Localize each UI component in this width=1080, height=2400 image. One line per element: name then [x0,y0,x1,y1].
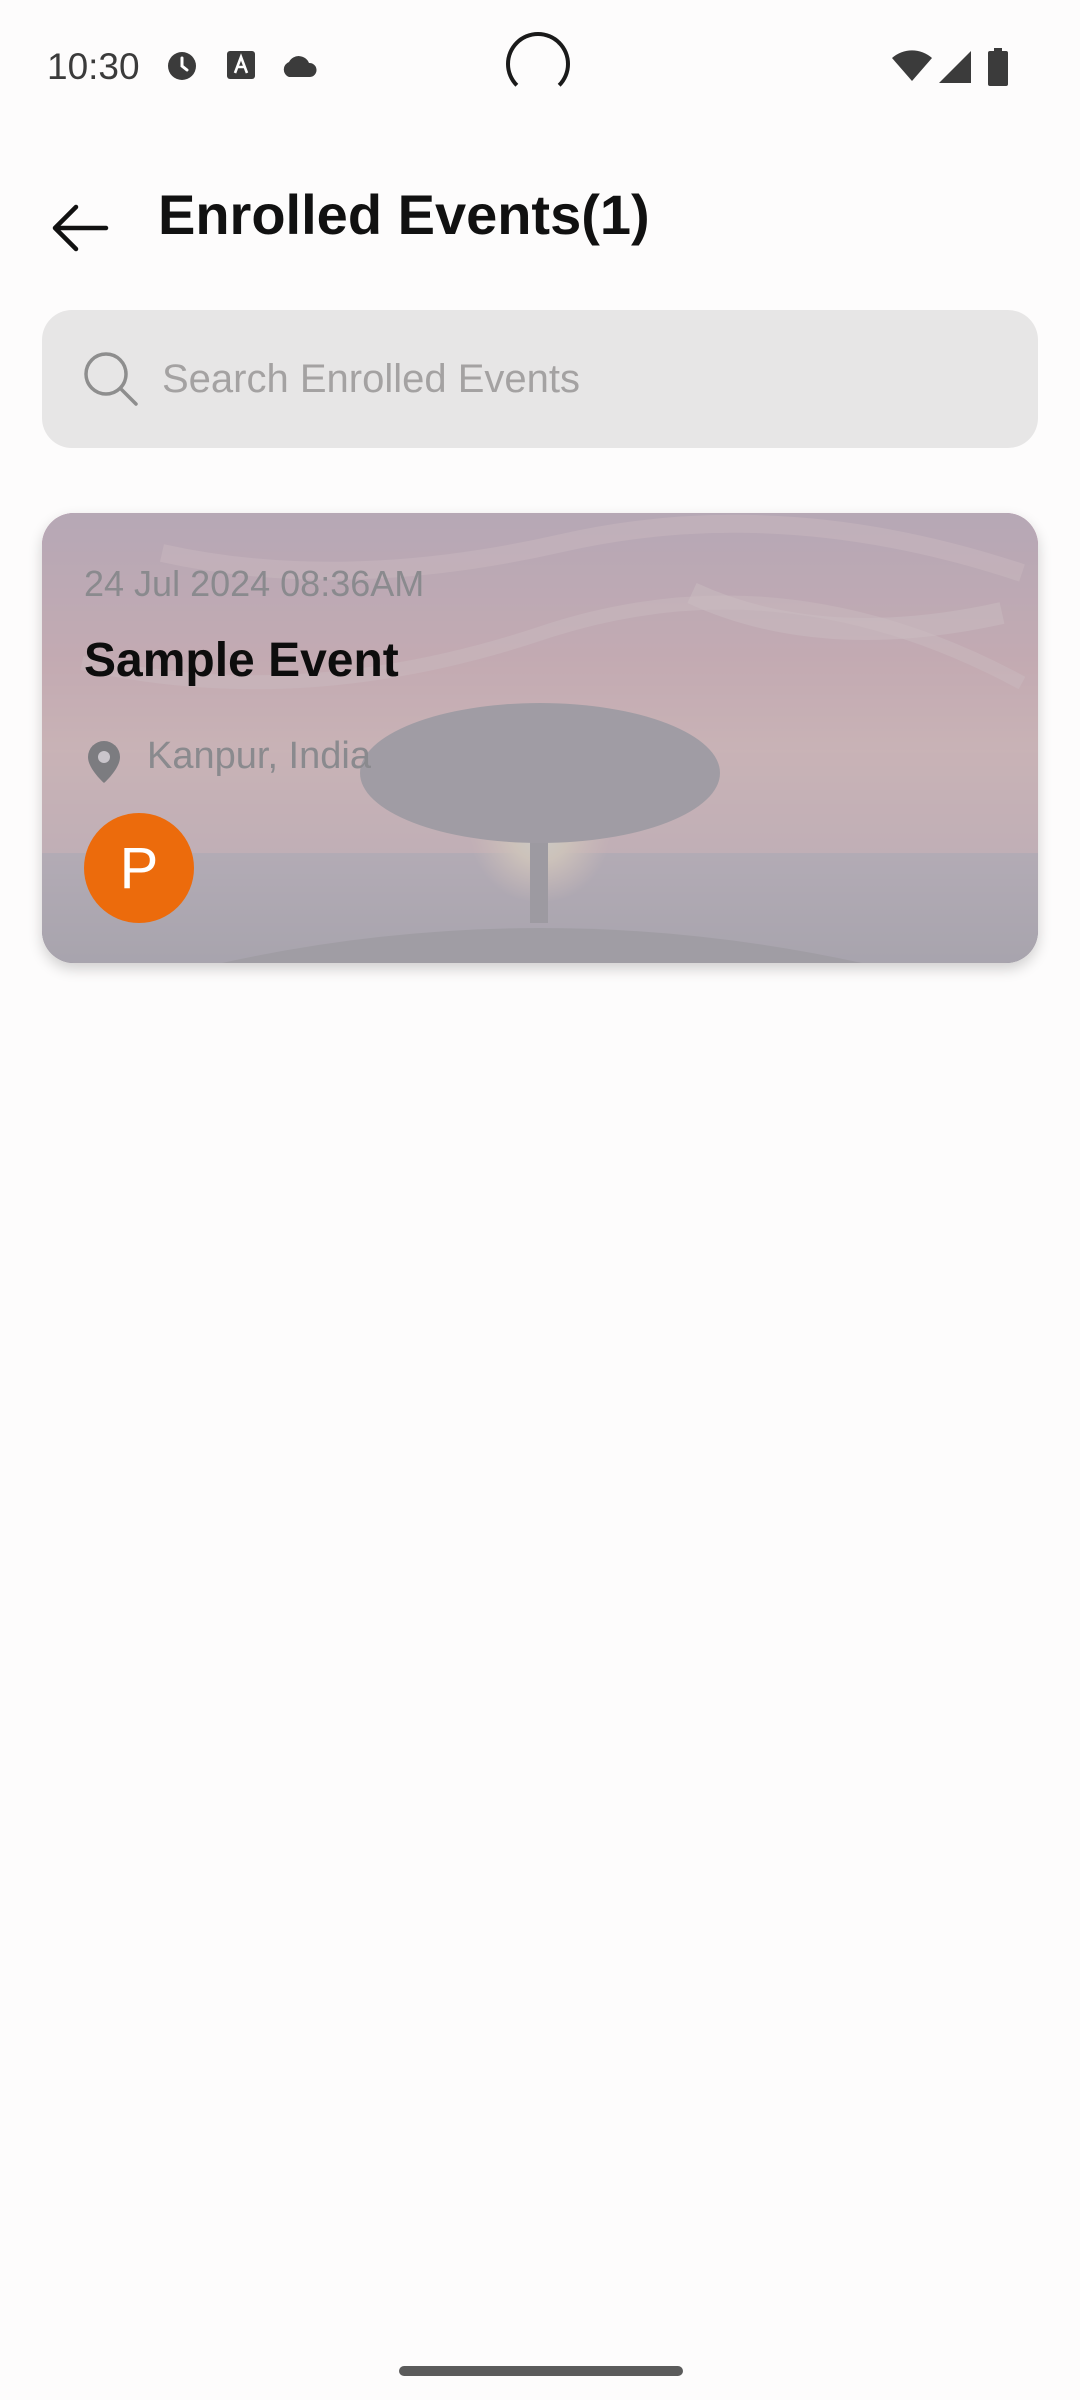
search-input[interactable] [162,310,1002,448]
location-pin-icon [86,739,122,785]
avatar-initial: P [119,835,159,901]
text-a-icon [226,50,256,85]
page-title: Enrolled Events(1) [158,183,650,246]
status-time: 10:30 [47,46,140,87]
avatar: P [84,813,194,923]
event-title: Sample Event [84,634,399,687]
wifi-icon [892,50,932,87]
signal-icon [938,50,972,89]
event-location: Kanpur, India [147,735,371,777]
screen: 10:30 Enrolled Events(1) Search Enrolled… [0,0,1080,2400]
search-icon [82,350,140,408]
search-bar[interactable] [42,310,1038,448]
battery-icon [988,48,1008,91]
app-bar: Enrolled Events(1) [0,160,1080,280]
arrow-back-icon [50,203,110,258]
event-card[interactable]: 24 Jul 2024 08:36AM Sample Event Kanpur,… [42,513,1038,963]
clock-icon [166,50,198,87]
home-indicator[interactable] [399,2366,683,2376]
status-bar: 10:30 [0,0,1080,130]
camera-cutout [506,32,570,96]
cloud-icon [280,54,318,83]
back-button[interactable] [40,190,120,270]
event-date: 24 Jul 2024 08:36AM [84,563,425,604]
